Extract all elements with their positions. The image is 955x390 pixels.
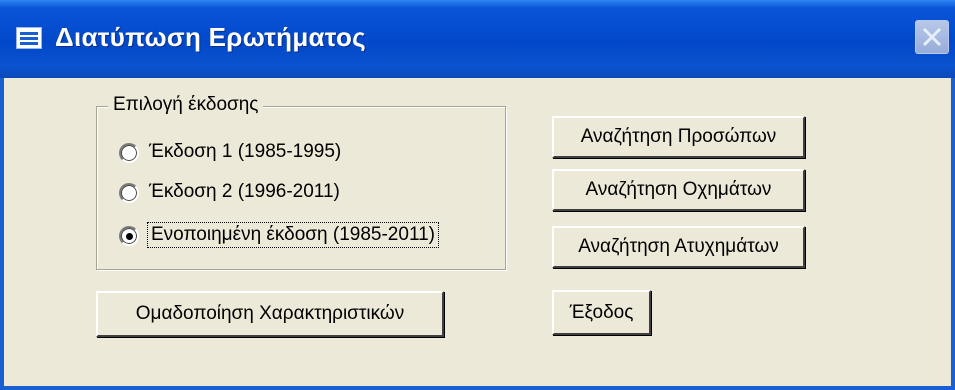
search-persons-button[interactable]: Αναζήτηση Προσώπων [552, 116, 805, 158]
close-icon [922, 27, 942, 47]
radio-label[interactable]: Έκδοση 1 (1985-1995) [149, 141, 341, 163]
query-dialog-window: Διατύπωση Ερωτήματος Επιλογή έκδοσης Έκδ… [0, 0, 955, 390]
radio-button-selected[interactable] [119, 226, 139, 246]
search-accidents-button[interactable]: Αναζήτηση Ατυχημάτων [552, 226, 805, 268]
close-button[interactable] [915, 20, 949, 54]
window-title: Διατύπωση Ερωτήματος [55, 22, 366, 52]
title-bar[interactable]: Διατύπωση Ερωτήματος [0, 0, 955, 78]
edition-group-label: Επιλογή έκδοσης [108, 94, 264, 116]
radio-label[interactable]: Ενοποιημένη έκδοση (1985-2011) [147, 222, 439, 248]
radio-button[interactable] [119, 183, 139, 203]
form-icon [16, 27, 42, 49]
search-vehicles-button[interactable]: Αναζήτηση Οχημάτων [552, 169, 805, 211]
radio-button[interactable] [119, 143, 139, 163]
group-characteristics-button[interactable]: Ομαδοποίηση Χαρακτηριστικών [96, 291, 444, 337]
radio-selected-dot [125, 232, 133, 240]
radio-label[interactable]: Έκδοση 2 (1996-2011) [149, 181, 340, 203]
exit-button[interactable]: Έξοδος [552, 290, 651, 335]
